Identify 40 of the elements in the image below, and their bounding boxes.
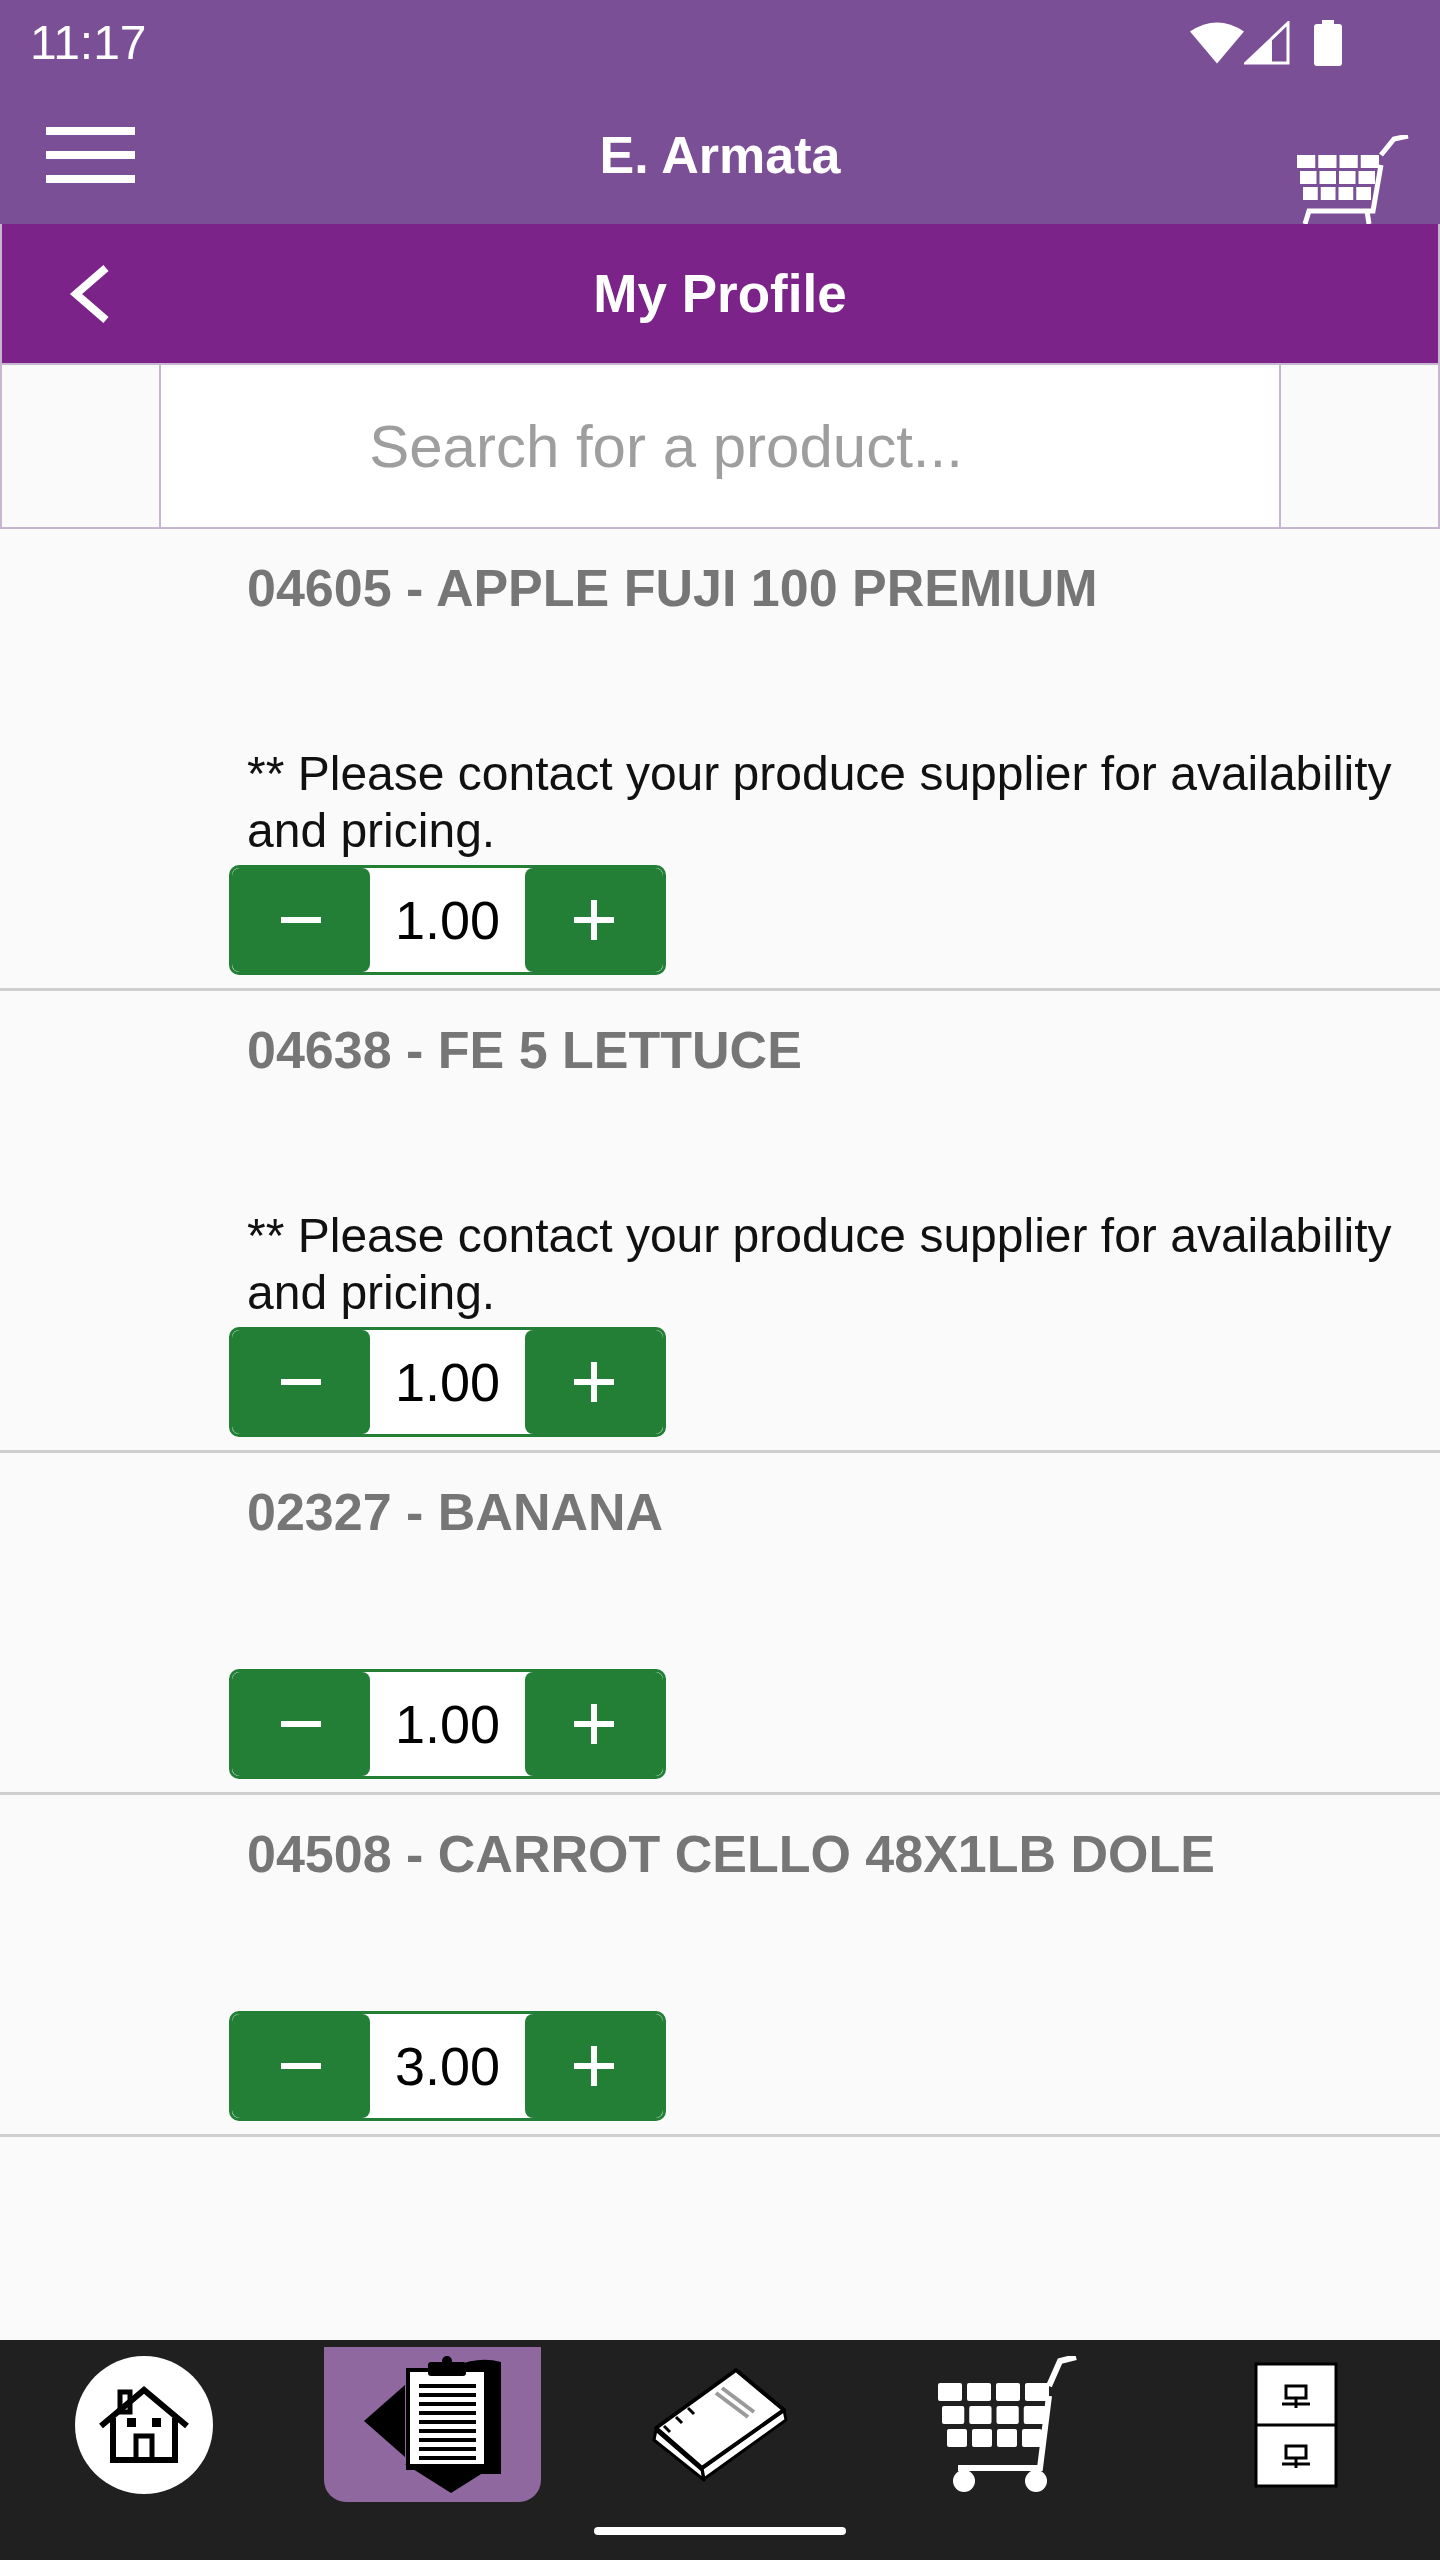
availability-note: ** Please contact your produce supplier for availability and pricing. xyxy=(247,1208,1393,1321)
increase-button[interactable] xyxy=(525,868,663,972)
quantity-field[interactable]: 1.00 xyxy=(370,1672,525,1776)
quantity-field[interactable]: 1.00 xyxy=(370,1330,525,1434)
increase-button[interactable] xyxy=(525,1330,663,1434)
wifi-icon xyxy=(1190,21,1244,64)
book-icon xyxy=(650,2365,790,2484)
status-time: 11:17 xyxy=(30,18,147,67)
product-title: 02327 - BANANA xyxy=(247,1483,664,1541)
minus-icon xyxy=(281,2063,321,2069)
clipboard-icon xyxy=(363,2356,501,2493)
back-button[interactable] xyxy=(68,263,110,324)
product-title: 04508 - CARROT CELLO 48X1LB DOLE xyxy=(247,1825,1215,1883)
quantity-field[interactable]: 1.00 xyxy=(370,868,525,972)
house-icon xyxy=(75,2355,213,2494)
cart-button[interactable] xyxy=(1295,135,1410,224)
signal-icon xyxy=(1244,20,1290,65)
menu-button[interactable] xyxy=(46,126,135,183)
battery-icon xyxy=(1314,19,1342,66)
plus-icon xyxy=(574,900,614,940)
cart-icon xyxy=(1295,135,1410,224)
chevron-left-icon xyxy=(68,263,110,324)
minus-icon xyxy=(281,917,321,923)
product-title: 04638 - FE 5 LETTUCE xyxy=(247,1021,802,1079)
nav-tab[interactable] xyxy=(323,2347,541,2502)
search-field[interactable]: Search for a product... xyxy=(159,365,1281,527)
header-title: E. Armata xyxy=(599,128,841,181)
product-title: 04605 - APPLE FUJI 100 PREMIUM xyxy=(247,559,1098,617)
minus-icon xyxy=(281,1721,321,1727)
plus-icon xyxy=(574,1704,614,1744)
menu-icon xyxy=(46,126,135,183)
plus-icon xyxy=(574,2046,614,2086)
shopping-cart-icon xyxy=(938,2356,1078,2493)
increase-button[interactable] xyxy=(525,2014,663,2118)
plus-icon xyxy=(574,1362,614,1402)
minus-icon xyxy=(281,1379,321,1385)
file-cabinet-icon xyxy=(1254,2361,1338,2488)
quantity-field[interactable]: 3.00 xyxy=(370,2014,525,2118)
increase-button[interactable] xyxy=(525,1672,663,1776)
availability-note: ** Please contact your produce supplier for availability and pricing. xyxy=(247,746,1393,859)
